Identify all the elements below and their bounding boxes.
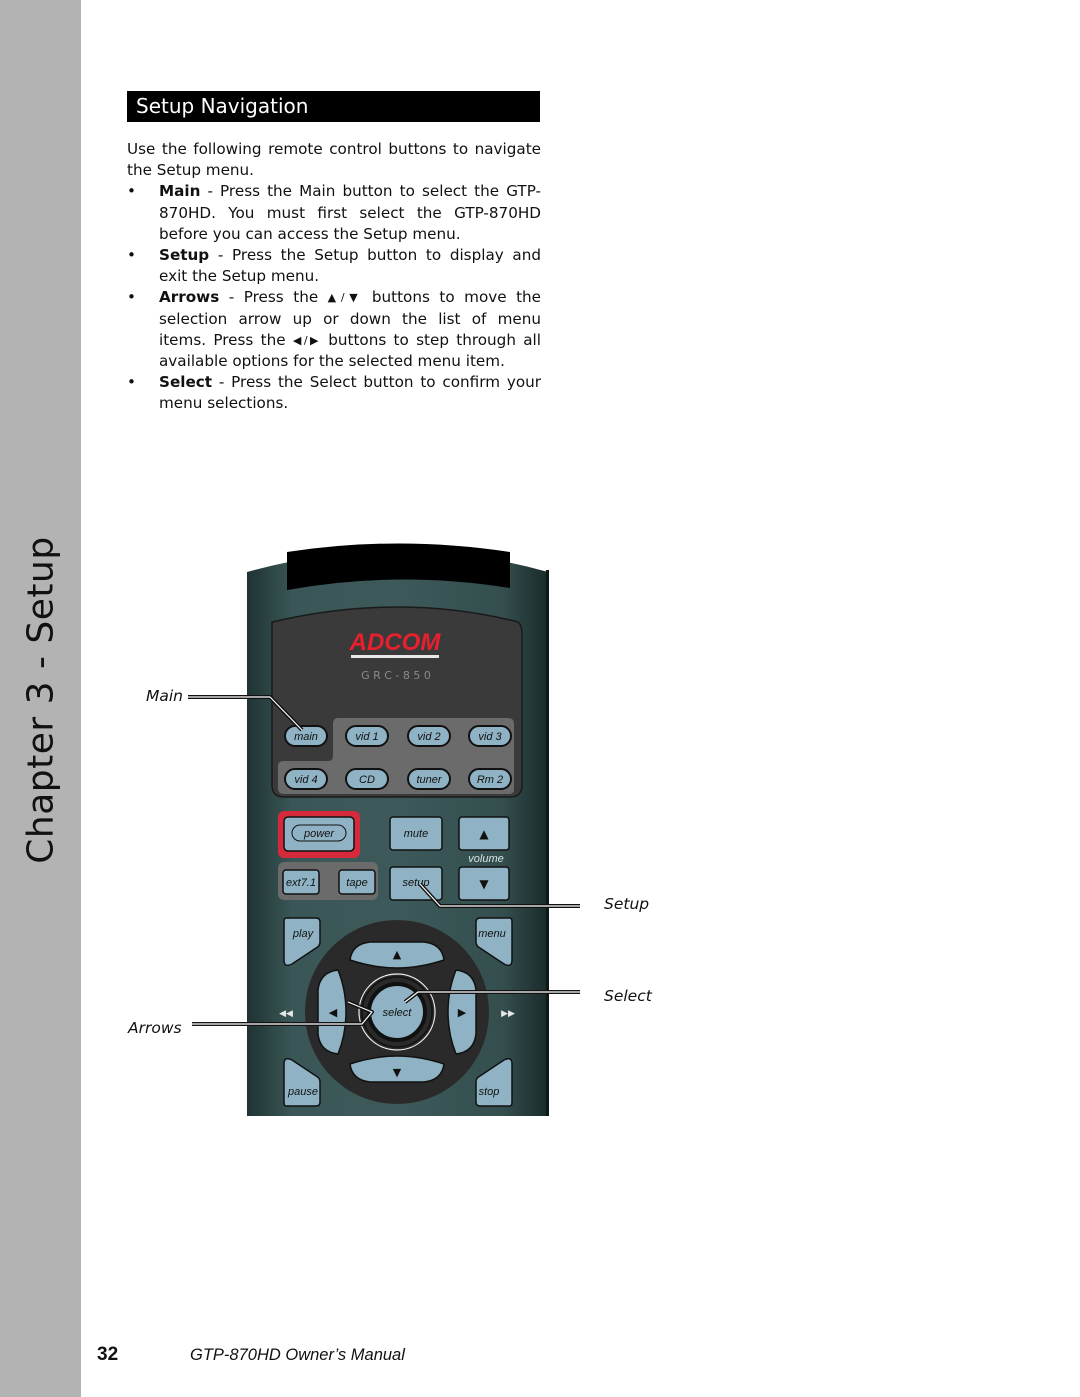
source-button-label: vid 1 [355,731,378,743]
bullet-list: Main - Press the Main button to select t… [127,181,541,414]
source-button-label: vid 2 [417,731,440,743]
bullet-text: - Press the [219,288,328,307]
up-down-arrow-icon: ▲/▼ [327,291,363,305]
bullet-term: Main [159,182,201,201]
bullet-setup: Setup - Press the Setup button to displa… [127,245,541,287]
chapter-side-tab: Chapter 3 - Setup [0,0,81,1397]
intro-paragraph: Use the following remote control buttons… [127,140,541,180]
source-button-label: main [294,731,318,743]
chapter-title: Chapter 3 - Setup [20,536,62,864]
volume-down-icon: ▼ [479,877,489,891]
source-button-label: tuner [416,774,442,786]
source-button-label: vid 4 [294,774,317,786]
source-button-label: CD [359,774,375,786]
power-label: power [303,828,335,840]
previous-track-icon: ◀◀ [279,1009,293,1019]
bullet-text: - Press the Select button to confirm you… [159,373,541,413]
bullet-select: Select - Press the Select button to conf… [127,372,541,414]
bullet-term: Select [159,373,213,392]
right-arrow-icon: ▶ [458,1006,467,1019]
bullet-term: Setup [159,246,210,265]
volume-up-icon: ▲ [479,827,489,841]
volume-label: volume [468,853,503,865]
bullet-term: Arrows [159,288,220,307]
brand-underline [351,655,439,658]
body-text: Use the following remote control buttons… [127,139,541,415]
source-button-label: vid 3 [478,731,502,743]
next-track-icon: ▶▶ [501,1009,515,1019]
manual-title: GTP-870HD Owner’s Manual [190,1346,405,1364]
select-label: select [383,1007,413,1019]
section-heading: Setup Navigation [127,91,540,122]
source-button-label: Rm 2 [477,774,503,786]
model-label: G R C - 8 5 0 [361,669,431,682]
stop-label: stop [479,1086,500,1098]
bullet-text: - Press the Setup button to display and … [159,246,541,286]
ext71-label: ext7.1 [286,877,316,889]
page-number: 32 [97,1344,119,1365]
left-right-arrow-icon: ◀/▶ [292,333,321,347]
play-label: play [292,928,315,940]
up-arrow-icon: ▲ [393,948,402,961]
tape-label: tape [346,877,367,889]
pause-label: pause [287,1086,318,1098]
bullet-main: Main - Press the Main button to select t… [127,181,541,245]
remote-illustration: ADCOM G R C - 8 5 0 main vid 1 vid 2 vid 3 v… [120,540,680,1130]
brand-logo: ADCOM [349,629,442,656]
down-arrow-icon: ▼ [393,1066,402,1079]
bullet-arrows: Arrows - Press the ▲/▼ buttons to move t… [127,287,541,372]
setup-callout-label: Setup [604,895,650,913]
mute-label: mute [404,828,428,840]
main-callout-label: Main [146,687,184,705]
menu-label: menu [478,928,506,940]
left-arrow-icon: ◀ [329,1006,338,1019]
select-callout-label: Select [604,987,652,1005]
remote-control-svg: ADCOM G R C - 8 5 0 main vid 1 vid 2 vid 3 v… [188,543,580,1116]
bullet-text: - Press the Main button to select the GT… [159,182,541,243]
arrows-callout-label: Arrows [128,1019,182,1037]
